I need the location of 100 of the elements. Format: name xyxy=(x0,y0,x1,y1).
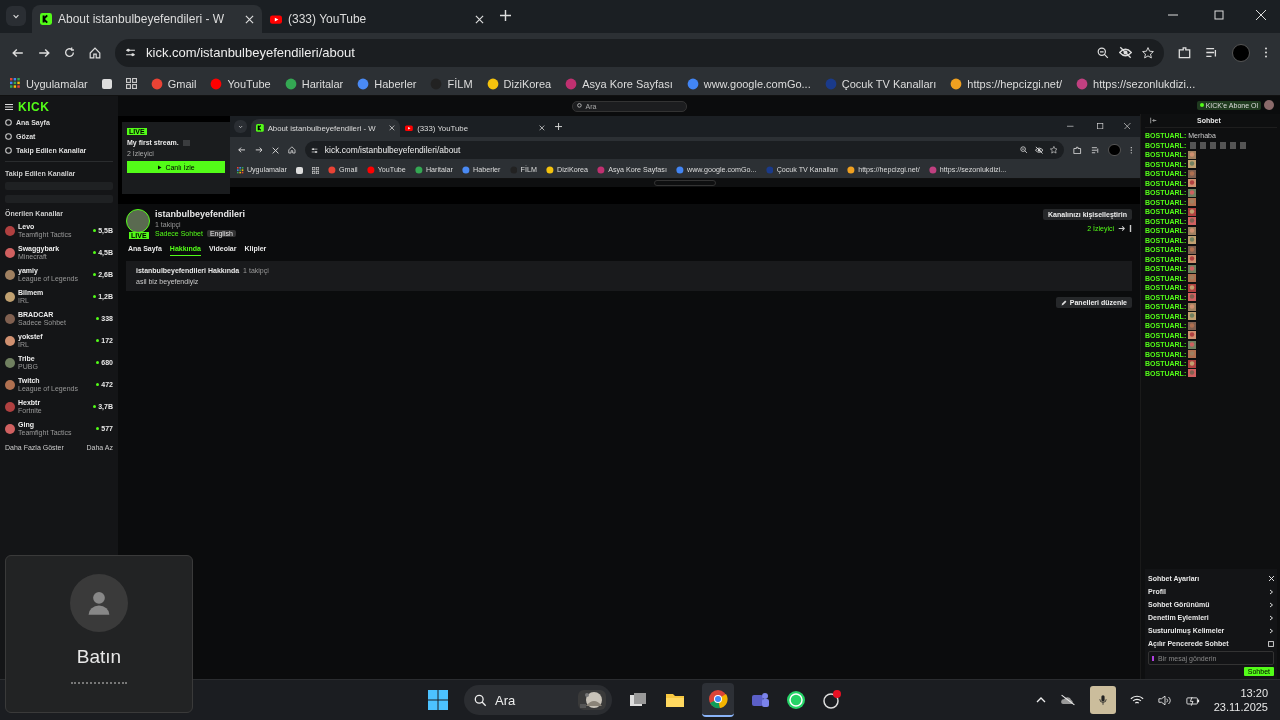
emote-icon xyxy=(1188,293,1197,302)
channel-avatar[interactable] xyxy=(5,335,15,346)
clock-time[interactable]: 13:20 xyxy=(1240,686,1268,700)
favicon-icon xyxy=(414,166,423,175)
bookmark[interactable]: https://sezonlukdizi... xyxy=(1076,77,1196,90)
windows-icon[interactable] xyxy=(428,690,448,710)
search-icon xyxy=(474,693,487,707)
emote-icon xyxy=(1188,217,1197,226)
media-icon[interactable] xyxy=(1205,46,1218,59)
wifi-icon[interactable] xyxy=(1129,694,1144,706)
emote-icon xyxy=(1188,150,1197,159)
live-dot-icon xyxy=(93,405,97,408)
emote-icon xyxy=(1188,321,1197,330)
browser-tab[interactable]: (333) YouTube xyxy=(262,5,492,33)
bookmark[interactable]: DiziKorea xyxy=(486,77,552,90)
chevron-up-icon[interactable] xyxy=(1035,695,1046,705)
close-icon[interactable] xyxy=(1256,10,1266,20)
close-icon[interactable] xyxy=(1124,122,1131,129)
favicon-icon xyxy=(950,77,963,90)
star-icon[interactable] xyxy=(1142,46,1154,59)
bookmark[interactable]: Haberler xyxy=(357,77,417,90)
live-dot-icon xyxy=(96,383,100,386)
bookmark[interactable]: Çocuk TV Kanalları xyxy=(824,77,937,90)
kick-icon xyxy=(40,13,52,25)
kick-logo[interactable]: KICK xyxy=(18,100,50,114)
bookmark[interactable]: Asya Kore Sayfası xyxy=(565,77,673,90)
clock-date[interactable]: 23.11.2025 xyxy=(1213,700,1268,714)
kick-icon xyxy=(255,124,264,133)
bookmark-icon[interactable] xyxy=(101,78,112,89)
bookmark[interactable]: FİLM xyxy=(430,77,473,90)
reload-icon[interactable] xyxy=(64,47,75,58)
battery-icon[interactable] xyxy=(1185,694,1200,706)
speaker-icon[interactable] xyxy=(1157,694,1172,706)
bookmark[interactable]: Uygulamalar xyxy=(10,77,88,90)
microphone-icon[interactable] xyxy=(1089,686,1116,714)
close-icon[interactable] xyxy=(538,125,545,132)
favicon-icon xyxy=(327,166,336,175)
cloud-off-icon[interactable] xyxy=(1059,694,1076,706)
taskbar-search[interactable]: Ara xyxy=(464,685,612,715)
emote-icon xyxy=(1188,226,1197,235)
forward-icon[interactable] xyxy=(254,146,263,154)
emote-icon xyxy=(1188,350,1197,359)
forward-icon[interactable] xyxy=(38,46,50,59)
profile-avatar[interactable] xyxy=(1108,143,1121,157)
teams-icon[interactable] xyxy=(750,690,770,710)
favicon-icon xyxy=(150,77,163,90)
close-icon[interactable] xyxy=(245,14,254,24)
channel-name: istanbulbeyefendileri xyxy=(155,209,246,219)
whatsapp-icon[interactable] xyxy=(786,690,806,710)
app-icon[interactable] xyxy=(822,690,842,710)
channel-avatar[interactable] xyxy=(126,209,150,233)
menu-icon[interactable] xyxy=(5,103,13,111)
address-bar[interactable]: kick.com/istanbulbeyefendileri/about xyxy=(115,38,1164,67)
zoom-icon[interactable] xyxy=(1020,146,1029,154)
favicon-icon xyxy=(565,77,578,90)
maximize-icon[interactable] xyxy=(1214,10,1224,20)
eye-off-icon[interactable] xyxy=(1119,46,1132,59)
new-tab-icon[interactable] xyxy=(554,122,563,130)
bookmark[interactable]: https://hepcizgi.net/ xyxy=(950,77,1063,90)
favicon-icon xyxy=(928,166,937,175)
star-icon[interactable] xyxy=(1049,146,1058,154)
live-dot-icon xyxy=(93,229,97,232)
favicon-icon xyxy=(597,166,605,175)
bookmark[interactable]: Haritalar xyxy=(284,77,344,90)
stop-icon[interactable] xyxy=(271,146,279,154)
home-icon[interactable] xyxy=(89,46,101,59)
browser-tab[interactable]: About istanbulbeyefendileri - W xyxy=(32,5,262,33)
home-icon[interactable] xyxy=(287,146,296,154)
maximize-icon[interactable] xyxy=(1097,122,1104,129)
chrome-icon[interactable] xyxy=(702,683,734,717)
emote-icon xyxy=(1188,359,1197,368)
eye-off-icon[interactable] xyxy=(1034,145,1044,155)
back-icon[interactable] xyxy=(237,146,246,154)
apps-icon xyxy=(236,166,244,174)
live-dot-icon xyxy=(96,427,100,430)
grid-icon[interactable] xyxy=(125,78,137,89)
bookmark[interactable]: www.google.comGo... xyxy=(686,77,811,90)
share-icon[interactable] xyxy=(1118,225,1125,232)
media-icon[interactable] xyxy=(1090,145,1100,155)
bookmark[interactable]: Gmail xyxy=(150,77,197,90)
profile-avatar[interactable] xyxy=(1232,43,1250,62)
extensions-icon[interactable] xyxy=(1178,46,1191,59)
bookmark[interactable]: YouTube xyxy=(210,77,271,90)
youtube-icon xyxy=(405,124,414,133)
address-bar[interactable]: kick.com/istanbulbeyefendileri/about xyxy=(304,141,1064,160)
channel-avatar[interactable] xyxy=(5,291,15,302)
collapse-icon[interactable] xyxy=(1150,117,1157,124)
tab-search-icon[interactable] xyxy=(6,6,26,26)
new-tab-icon[interactable] xyxy=(500,10,511,21)
zoom-icon[interactable] xyxy=(1097,46,1109,59)
close-icon[interactable] xyxy=(1269,576,1274,581)
emote-icon xyxy=(1188,255,1197,264)
extensions-icon[interactable] xyxy=(1073,145,1082,155)
youtube-icon xyxy=(270,13,282,25)
favicon-icon xyxy=(486,77,499,90)
grid-icon[interactable] xyxy=(311,166,319,174)
close-icon[interactable] xyxy=(475,14,484,24)
user-avatar[interactable] xyxy=(1264,100,1274,110)
close-icon[interactable] xyxy=(389,125,396,132)
back-icon[interactable] xyxy=(12,46,24,59)
